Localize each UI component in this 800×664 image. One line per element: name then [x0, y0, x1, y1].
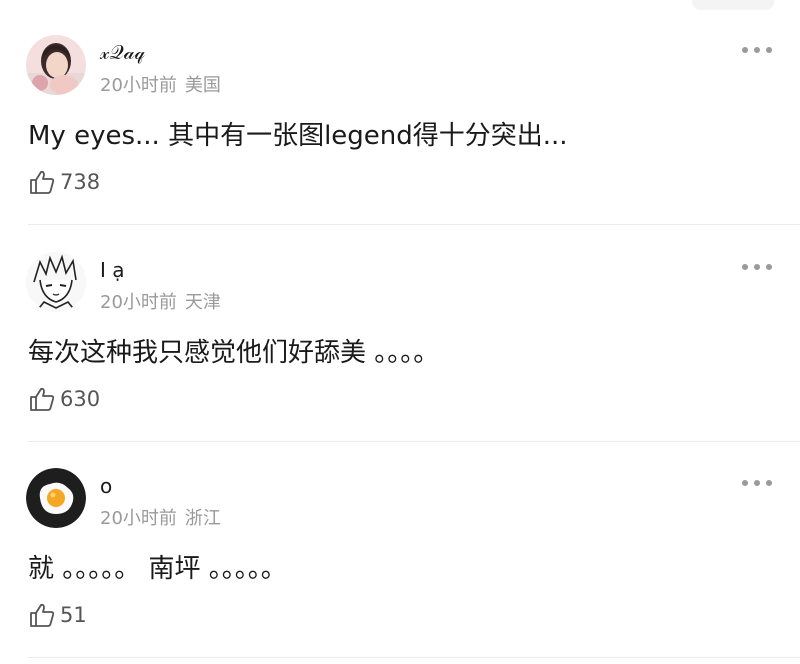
- username[interactable]: o: [100, 474, 112, 498]
- comment-text: My eyes... 其中有一张图legend得十分突出...: [28, 121, 568, 151]
- username[interactable]: I ạ: [100, 258, 125, 282]
- thumbs-up-icon: [30, 387, 55, 411]
- comment-meta: 20小时前 天津: [100, 288, 221, 314]
- user-avatar[interactable]: [26, 468, 86, 528]
- comment-location: 浙江: [184, 508, 221, 529]
- more-options-icon[interactable]: [742, 43, 772, 57]
- comment-meta: 20小时前 浙江: [100, 504, 221, 530]
- divider: [28, 224, 800, 225]
- comment-location: 美国: [184, 75, 221, 96]
- user-avatar[interactable]: [26, 252, 86, 312]
- like-button[interactable]: 51: [28, 601, 87, 629]
- comment-time: 20小时前: [100, 75, 177, 96]
- like-button[interactable]: 738: [28, 168, 100, 196]
- comment-meta: 20小时前 美国: [100, 71, 221, 97]
- comment-time: 20小时前: [100, 508, 177, 529]
- thumbs-up-icon: [30, 603, 55, 627]
- user-avatar[interactable]: [26, 35, 86, 95]
- comment-text: 每次这种我只感觉他们好舔美 。。。。: [28, 338, 440, 368]
- comment-time: 20小时前: [100, 292, 177, 313]
- avatar-anime-character-sketch-icon: [26, 252, 86, 312]
- comment-text: 就 。。。。。 南坪 。。。。。: [28, 554, 287, 584]
- comment-feed: 𝓍𝒬𝒶𝓆 20小时前 美国 My eyes... 其中有一张图legend得十分突…: [0, 0, 800, 664]
- more-options-icon[interactable]: [742, 260, 772, 274]
- avatar-fried-egg-icon: [26, 468, 86, 528]
- avatar-girl-portrait-icon: [26, 35, 86, 95]
- like-count: 51: [60, 603, 87, 627]
- like-button[interactable]: 630: [28, 385, 100, 413]
- divider: [28, 441, 800, 442]
- comment-location: 天津: [184, 292, 221, 313]
- thumbs-up-icon: [30, 170, 55, 194]
- divider: [28, 657, 800, 658]
- top-toolbar-fragment: [692, 0, 774, 10]
- like-count: 738: [60, 170, 101, 194]
- like-count: 630: [60, 387, 101, 411]
- username[interactable]: 𝓍𝒬𝒶𝓆: [100, 40, 145, 64]
- more-options-icon[interactable]: [742, 476, 772, 490]
